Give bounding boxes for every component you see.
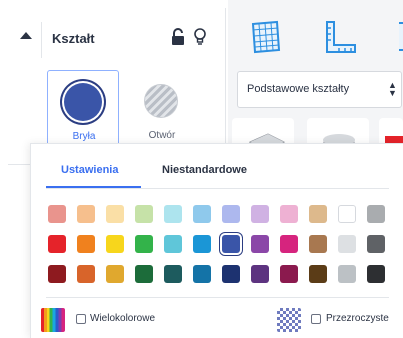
- multicolor-label: Wielokolorowe: [90, 313, 156, 324]
- color-swatch[interactable]: [164, 205, 182, 223]
- grid-tool-icon[interactable]: [249, 20, 281, 54]
- shape-category-select[interactable]: Podstawowe kształty ▲ ▼: [237, 71, 402, 108]
- shape-inspector-panel: Kształt Bryła Otwór: [8, 8, 226, 165]
- color-swatch[interactable]: [338, 205, 356, 223]
- color-swatch[interactable]: [251, 265, 269, 283]
- color-swatch[interactable]: [77, 235, 95, 253]
- color-swatch[interactable]: [338, 235, 356, 253]
- note-tool-icon[interactable]: [399, 20, 403, 54]
- color-swatch[interactable]: [222, 235, 240, 253]
- multicolor-checkbox[interactable]: [76, 314, 86, 324]
- color-swatch[interactable]: [135, 265, 153, 283]
- color-swatch[interactable]: [251, 205, 269, 223]
- color-swatch[interactable]: [193, 205, 211, 223]
- color-swatch[interactable]: [48, 205, 66, 223]
- color-swatch[interactable]: [106, 205, 124, 223]
- multicolor-icon: [41, 308, 65, 332]
- color-swatch[interactable]: [222, 205, 240, 223]
- color-swatch[interactable]: [48, 235, 66, 253]
- solid-color-swatch[interactable]: [64, 83, 102, 121]
- color-swatch[interactable]: [338, 265, 356, 283]
- tab-custom[interactable]: Niestandardowe: [162, 164, 247, 176]
- color-swatch[interactable]: [193, 265, 211, 283]
- color-swatch[interactable]: [309, 265, 327, 283]
- ruler-tool-icon[interactable]: [323, 20, 357, 54]
- transparent-label: Przezroczyste: [326, 313, 389, 324]
- unlock-icon[interactable]: [171, 28, 185, 46]
- solid-option-button[interactable]: Bryła: [47, 70, 119, 152]
- color-swatch[interactable]: [77, 205, 95, 223]
- color-swatch[interactable]: [367, 205, 385, 223]
- lightbulb-icon[interactable]: [193, 28, 207, 46]
- color-swatch[interactable]: [77, 265, 95, 283]
- color-swatch[interactable]: [309, 205, 327, 223]
- color-swatch[interactable]: [367, 235, 385, 253]
- hole-option-label: Otwór: [148, 130, 176, 141]
- color-swatch[interactable]: [222, 265, 240, 283]
- color-swatch[interactable]: [106, 265, 124, 283]
- color-swatch[interactable]: [135, 235, 153, 253]
- solid-option-label: Bryła: [72, 131, 96, 142]
- up-down-arrows-icon: ▲ ▼: [388, 80, 397, 98]
- tabs-divider: [46, 188, 389, 189]
- color-swatch[interactable]: [309, 235, 327, 253]
- color-swatch[interactable]: [164, 235, 182, 253]
- popup-divider: [46, 297, 389, 298]
- color-swatch[interactable]: [48, 265, 66, 283]
- color-swatch[interactable]: [251, 235, 269, 253]
- color-swatch[interactable]: [280, 205, 298, 223]
- transparent-icon: [277, 308, 301, 332]
- color-swatch[interactable]: [367, 265, 385, 283]
- hole-option-button[interactable]: Otwór: [126, 70, 198, 152]
- color-swatch[interactable]: [280, 265, 298, 283]
- color-swatch[interactable]: [193, 235, 211, 253]
- shape-inspector-title: Kształt: [52, 31, 95, 46]
- color-picker-popup: Ustawienia Niestandardowe Wielokolorowe …: [30, 143, 403, 338]
- color-swatch[interactable]: [164, 265, 182, 283]
- triangle-up-icon[interactable]: [20, 32, 32, 39]
- hole-pattern-swatch[interactable]: [144, 84, 178, 118]
- color-swatch[interactable]: [135, 205, 153, 223]
- shape-inspector-header: Kształt: [8, 22, 226, 58]
- transparent-checkbox[interactable]: [311, 314, 321, 324]
- color-swatch[interactable]: [280, 235, 298, 253]
- shape-category-value: Podstawowe kształty: [247, 83, 350, 95]
- color-swatch[interactable]: [106, 235, 124, 253]
- header-divider: [41, 22, 42, 58]
- tab-settings[interactable]: Ustawienia: [61, 164, 118, 176]
